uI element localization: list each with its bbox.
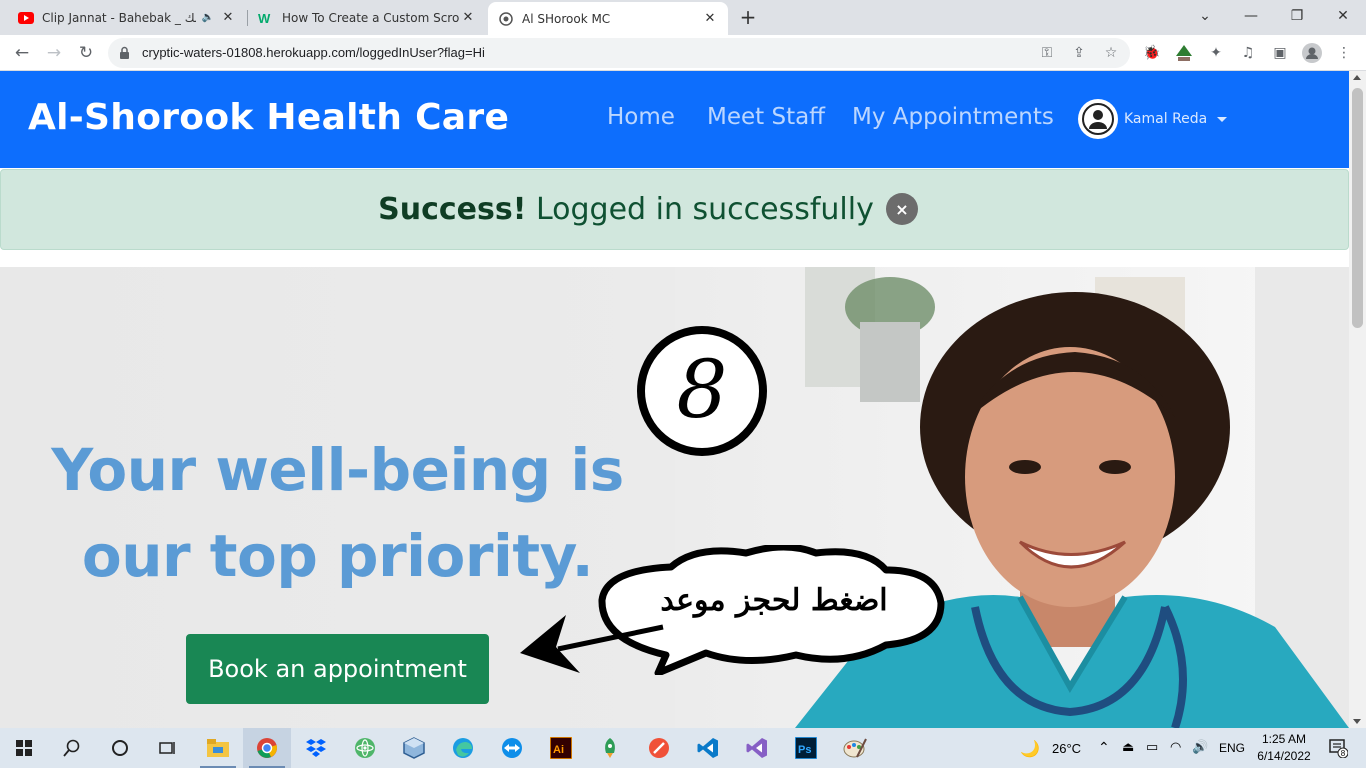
avatar — [1078, 99, 1118, 139]
close-tab-icon[interactable]: ✕ — [460, 10, 476, 25]
menu-icon[interactable]: ⋮ — [1334, 43, 1354, 63]
channel-logo: 8 — [637, 326, 767, 456]
alert-close-button[interactable]: × — [886, 193, 918, 225]
page-viewport: Al-Shorook Health Care Home Meet Staff M… — [0, 71, 1366, 728]
visual-studio-icon[interactable] — [733, 728, 781, 768]
scroll-up-icon[interactable] — [1353, 75, 1361, 80]
address-bar[interactable]: cryptic-waters-01808.herokuapp.com/logge… — [108, 38, 1130, 68]
search-icon[interactable] — [48, 728, 96, 768]
weather-temp[interactable]: 26°C — [1052, 741, 1081, 756]
windows-start-icon[interactable] — [0, 728, 48, 768]
teamviewer-icon[interactable] — [488, 728, 536, 768]
rocket-app-icon[interactable] — [586, 728, 634, 768]
tab-al-shorook[interactable]: Al SHorook MC ✕ — [488, 2, 728, 35]
hero-headline: Your well-being is our top priority. — [30, 427, 645, 599]
site-navbar: Al-Shorook Health Care Home Meet Staff M… — [0, 71, 1349, 168]
photoshop-icon[interactable]: Ps — [782, 728, 830, 768]
virtualbox-icon[interactable] — [390, 728, 438, 768]
book-appointment-button[interactable]: Book an appointment — [186, 634, 489, 704]
media-control-icon[interactable]: ♫ — [1238, 43, 1258, 63]
speaker-icon[interactable]: 🔈 — [202, 12, 214, 23]
profile-icon[interactable] — [1302, 43, 1322, 63]
close-window-button[interactable]: ✕ — [1320, 0, 1366, 32]
wifi-icon[interactable]: ◠ — [1170, 739, 1181, 755]
nav-my-appointments[interactable]: My Appointments — [852, 104, 1054, 130]
headline-line-1: Your well-being is — [51, 436, 624, 504]
url-text[interactable]: cryptic-waters-01808.herokuapp.com/logge… — [142, 45, 485, 60]
arrow-pointer — [520, 615, 664, 673]
user-name[interactable]: Kamal Reda — [1124, 111, 1207, 127]
weather-moon-icon[interactable]: 🌙 — [1010, 728, 1050, 768]
notification-count: 8 — [1341, 749, 1346, 758]
chrome-icon[interactable] — [243, 728, 291, 768]
bookmark-star-icon[interactable]: ☆ — [1102, 44, 1120, 62]
battery-icon[interactable]: ▭ — [1146, 739, 1158, 755]
annotation-arabic-text: اضغط لحجز موعد — [660, 583, 888, 618]
restore-button[interactable]: ❐ — [1274, 0, 1320, 32]
atom-icon[interactable] — [341, 728, 389, 768]
clock-date[interactable]: 6/14/2022 — [1252, 749, 1316, 763]
user-dropdown[interactable]: Kamal Reda — [1078, 99, 1228, 139]
browser-toolbar: ← → ↻ cryptic-waters-01808.herokuapp.com… — [0, 35, 1366, 71]
key-icon[interactable]: ⚿ — [1038, 44, 1056, 62]
minimize-button[interactable]: — — [1228, 0, 1274, 32]
side-panel-icon[interactable]: ▣ — [1270, 43, 1290, 63]
site-icon — [498, 11, 514, 27]
language-indicator[interactable]: ENG — [1219, 741, 1245, 755]
html-extension-icon[interactable] — [1174, 43, 1194, 63]
alert-strong: Success! — [378, 192, 527, 227]
file-explorer-icon[interactable] — [194, 728, 242, 768]
logo-text: 8 — [677, 343, 728, 436]
scroll-down-icon[interactable] — [1353, 719, 1361, 724]
svg-text:W: W — [258, 11, 271, 25]
nav-home[interactable]: Home — [607, 104, 675, 130]
headline-line-2: our top priority. — [81, 522, 594, 590]
paint-icon[interactable] — [831, 728, 879, 768]
svg-text:Ai: Ai — [553, 744, 564, 756]
notification-center-icon[interactable]: 8 — [1318, 728, 1358, 768]
tab-title: Al SHorook MC — [522, 11, 611, 26]
close-tab-icon[interactable]: ✕ — [702, 11, 718, 26]
alert-message: Success! Logged in successfully — [1, 192, 1251, 227]
reload-icon[interactable]: ↻ — [72, 39, 100, 67]
clock-time[interactable]: 1:25 AM — [1256, 732, 1312, 746]
w3schools-icon: W — [258, 10, 274, 26]
tab-search-icon[interactable]: ⌄ — [1182, 0, 1228, 32]
edge-icon[interactable] — [439, 728, 487, 768]
tab-title: How To Create a Custom Scrollbar — [282, 10, 460, 25]
bug-extension-icon[interactable]: 🐞 — [1142, 43, 1162, 63]
youtube-icon — [18, 10, 34, 26]
chevron-down-icon[interactable] — [1217, 116, 1228, 122]
hero-section: Your well-being is our top priority. 8 ا… — [0, 267, 1349, 728]
cortana-icon[interactable] — [96, 728, 144, 768]
lock-icon[interactable] — [119, 45, 130, 64]
task-view-icon[interactable] — [144, 728, 192, 768]
alert-text: Logged in successfully — [535, 192, 874, 227]
dropbox-icon[interactable] — [292, 728, 340, 768]
tab-title: Clip Jannat - Bahebak _ بحبك — [42, 10, 196, 25]
extensions-puzzle-icon[interactable]: ✦ — [1206, 43, 1226, 63]
nav-meet-staff[interactable]: Meet Staff — [707, 104, 825, 130]
page-scrollbar[interactable] — [1349, 71, 1366, 728]
tab-youtube[interactable]: Clip Jannat - Bahebak _ بحبك 🔈 ✕ — [8, 0, 246, 35]
back-icon[interactable]: ← — [8, 39, 36, 67]
vscode-icon[interactable] — [684, 728, 732, 768]
share-icon[interactable]: ⇪ — [1070, 44, 1088, 62]
tab-w3schools[interactable]: W How To Create a Custom Scrollbar ✕ — [248, 0, 486, 35]
browser-tab-strip: Clip Jannat - Bahebak _ بحبك 🔈 ✕ W How T… — [0, 0, 1366, 35]
new-tab-button[interactable]: + — [736, 5, 760, 29]
chevron-up-icon[interactable]: ⌃ — [1098, 739, 1110, 756]
success-alert: Success! Logged in successfully × — [0, 169, 1349, 250]
usb-icon[interactable]: ⏏ — [1122, 739, 1134, 755]
illustrator-icon[interactable]: Ai — [537, 728, 585, 768]
close-tab-icon[interactable]: ✕ — [220, 10, 236, 25]
brand-logo-text[interactable]: Al-Shorook Health Care — [28, 97, 509, 138]
forward-icon[interactable]: → — [40, 39, 68, 67]
windows-taskbar: Ai Ps 🌙 26°C ⌃ ⏏ ▭ ◠ 🔊 ENG 1:25 AM 6/14/… — [0, 728, 1366, 768]
swift-editor-icon[interactable] — [635, 728, 683, 768]
volume-icon[interactable]: 🔊 — [1192, 739, 1208, 755]
svg-text:Ps: Ps — [798, 744, 811, 756]
scroll-thumb[interactable] — [1352, 88, 1363, 328]
